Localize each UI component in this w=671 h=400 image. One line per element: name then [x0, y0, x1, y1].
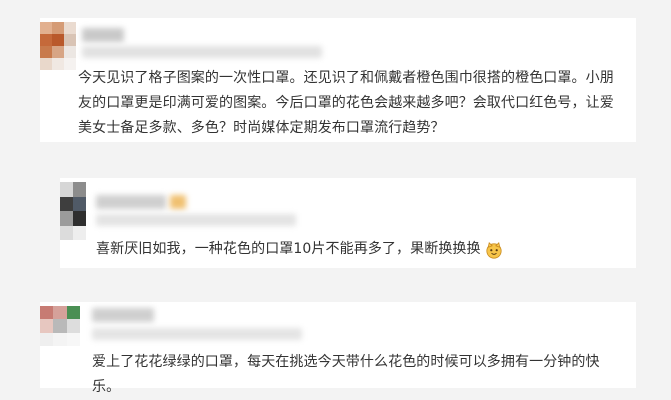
username-blurred[interactable]: [96, 195, 166, 209]
username-blurred[interactable]: [82, 28, 124, 42]
avatar[interactable]: [60, 182, 86, 240]
user-meta-blurred: [92, 328, 302, 340]
comment-text-row: 喜新厌旧如我，一种花色的口罩10片不能再多了，果断换换换: [96, 237, 606, 262]
cat-face-emoji-icon: [485, 241, 503, 259]
badge-blurred: [170, 195, 186, 209]
user-meta-blurred: [82, 46, 322, 58]
username-blurred[interactable]: [92, 308, 154, 322]
comment-text: 今天见识了格子图案的一次性口罩。还见识了和佩戴者橙色围巾很搭的橙色口罩。小朋友的…: [78, 70, 614, 136]
avatar[interactable]: [40, 306, 80, 346]
user-meta-blurred: [96, 214, 296, 226]
comment-text: 爱上了花花绿绿的口罩，每天在挑选今天带什么花色的时候可以多拥有一分钟的快乐。: [92, 354, 600, 395]
comment-feed: 今天见识了格子图案的一次性口罩。还见识了和佩戴者橙色围巾很搭的橙色口罩。小朋友的…: [0, 0, 671, 400]
avatar[interactable]: [40, 22, 76, 70]
comment-text: 喜新厌旧如我，一种花色的口罩10片不能再多了，果断换换换: [96, 241, 481, 257]
